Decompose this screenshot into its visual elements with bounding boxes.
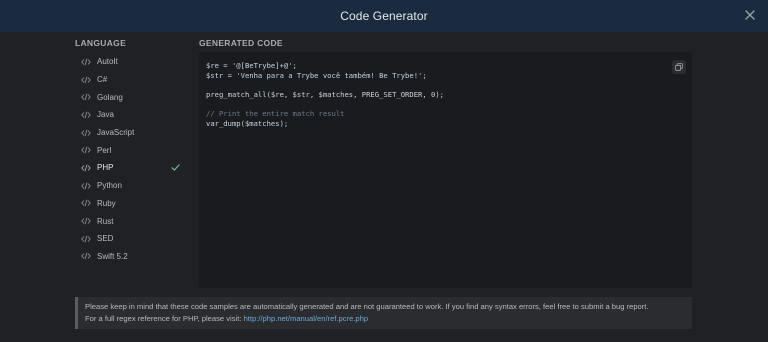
language-label: Golang — [97, 92, 123, 102]
code-brackets-icon — [81, 199, 91, 207]
code-brackets-icon — [81, 129, 91, 137]
language-item-golang[interactable]: Golang — [75, 88, 190, 106]
code-brackets-icon — [81, 58, 91, 66]
dialog-header: Code Generator — [0, 0, 768, 32]
language-label: Python — [97, 181, 122, 191]
code-line: preg_match_all($re, $str, $matches, PREG… — [206, 89, 444, 99]
generated-code-heading: GENERATED CODE — [199, 38, 283, 48]
language-item-ruby[interactable]: Ruby — [75, 195, 190, 213]
language-heading: LANGUAGE — [75, 38, 127, 48]
code-brackets-icon — [81, 182, 91, 190]
code-block[interactable]: $re = '@[BeTrybe]+@'; $str = 'Venha para… — [206, 61, 444, 128]
close-icon[interactable] — [742, 7, 758, 23]
language-item-autoit[interactable]: AutoIt — [75, 53, 190, 71]
code-brackets-icon — [81, 252, 91, 260]
reference-prefix: For a full regex reference for PHP, plea… — [85, 313, 244, 323]
code-line: $re = '@[BeTrybe]+@'; — [206, 61, 297, 70]
code-line: $str = 'Venha para a Trybe você também! … — [206, 70, 427, 80]
language-item-csharp[interactable]: C# — [75, 71, 190, 89]
language-item-java[interactable]: Java — [75, 106, 190, 124]
language-list: AutoIt C# Golang Java JavaScript Perl PH… — [75, 53, 190, 265]
language-item-python[interactable]: Python — [75, 177, 190, 195]
language-label: Swift 5.2 — [97, 251, 128, 261]
code-brackets-icon — [81, 111, 91, 119]
generated-code-panel[interactable]: $re = '@[BeTrybe]+@'; $str = 'Venha para… — [199, 52, 692, 288]
language-item-javascript[interactable]: JavaScript — [75, 124, 190, 142]
code-brackets-icon — [81, 164, 91, 172]
code-line: var_dump($matches); — [206, 118, 289, 128]
language-label: Java — [97, 110, 114, 120]
reference-line: For a full regex reference for PHP, plea… — [85, 313, 685, 325]
dialog-title: Code Generator — [340, 9, 428, 23]
language-item-perl[interactable]: Perl — [75, 141, 190, 159]
code-brackets-icon — [81, 146, 91, 154]
language-item-rust[interactable]: Rust — [75, 212, 190, 230]
language-label: C# — [97, 75, 108, 85]
php-reference-link[interactable]: http://php.net/manual/en/ref.pcre.php — [244, 314, 369, 323]
code-comment-line: // Print the entire match result — [206, 108, 345, 118]
language-label: Ruby — [97, 198, 116, 208]
code-brackets-icon — [81, 217, 91, 225]
copy-icon[interactable] — [672, 60, 686, 74]
code-brackets-icon — [81, 93, 91, 101]
language-label: Perl — [97, 145, 112, 155]
language-item-swift[interactable]: Swift 5.2 — [75, 248, 190, 266]
language-label: Rust — [97, 216, 114, 226]
language-item-php[interactable]: PHP — [75, 159, 190, 177]
language-label: PHP — [97, 163, 114, 173]
language-label: JavaScript — [97, 128, 135, 138]
code-brackets-icon — [81, 76, 91, 84]
disclaimer-text: Please keep in mind that these code samp… — [85, 302, 649, 311]
check-icon — [171, 163, 180, 172]
language-label: SED — [97, 234, 114, 244]
code-brackets-icon — [81, 235, 91, 243]
language-label: AutoIt — [97, 57, 118, 67]
language-item-sed[interactable]: SED — [75, 230, 190, 248]
disclaimer-notice: Please keep in mind that these code samp… — [75, 297, 692, 329]
